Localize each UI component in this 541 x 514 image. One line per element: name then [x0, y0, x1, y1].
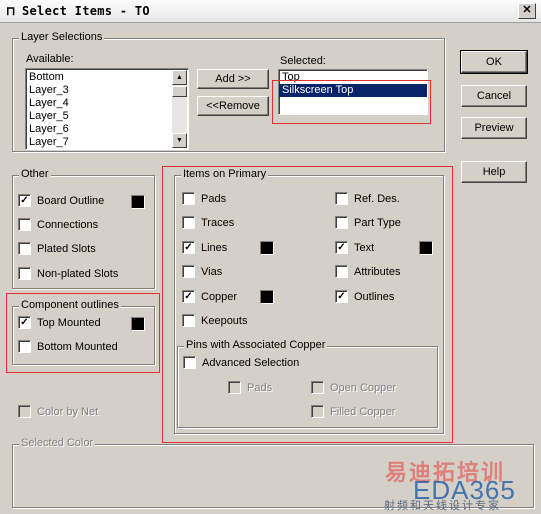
text-color-swatch[interactable] [419, 241, 433, 255]
list-item[interactable]: Layer_5 [26, 110, 188, 123]
checkbox-icon [335, 192, 348, 205]
copper-label: Copper [201, 290, 238, 303]
filled-copper-checkbox[interactable]: Filled Copper [311, 405, 395, 418]
lines-color-swatch[interactable] [260, 241, 274, 255]
highlight-box [6, 293, 160, 373]
selected-color-label: Selected Color [19, 437, 96, 449]
vias-label: Vias [201, 265, 223, 278]
list-item[interactable]: Layer_7 [26, 136, 188, 149]
list-item[interactable]: Layer_3 [26, 84, 188, 97]
list-item[interactable]: Bottom [26, 71, 188, 84]
help-button[interactable]: Help [461, 161, 527, 183]
layer-selections-label: Layer Selections [19, 31, 105, 43]
checkbox-icon [182, 314, 195, 327]
ref-des-label: Ref. Des. [354, 192, 400, 205]
pads-checkbox[interactable]: Pads [182, 192, 226, 205]
open-copper-label: Open Copper [330, 381, 397, 394]
text-label: Text [354, 241, 375, 254]
checkbox-icon [18, 267, 31, 280]
close-button[interactable]: ✕ [518, 3, 536, 19]
vias-checkbox[interactable]: Vias [182, 265, 222, 278]
checkbox-icon [18, 405, 31, 418]
connections-checkbox[interactable]: Connections [18, 218, 98, 231]
other-label: Other [19, 168, 51, 180]
board-outline-label: Board Outline [37, 194, 105, 207]
check-icon: ✓ [182, 290, 195, 303]
non-plated-slots-label: Non-plated Slots [37, 267, 119, 280]
lines-checkbox[interactable]: ✓ Lines [182, 241, 227, 254]
board-outline-checkbox[interactable]: ✓ Board Outline [18, 194, 104, 207]
selected-label: Selected: [280, 55, 326, 67]
available-listbox[interactable]: Bottom Layer_3 Layer_4 Layer_5 Layer_6 L… [25, 68, 189, 150]
open-copper-checkbox[interactable]: Open Copper [311, 381, 396, 394]
list-item[interactable]: Layer_6 [26, 123, 188, 136]
check-icon: ✓ [335, 290, 348, 303]
check-icon: ✓ [182, 241, 195, 254]
outlines-checkbox[interactable]: ✓ Outlines [335, 290, 394, 303]
color-by-net-label: Color by Net [37, 405, 99, 418]
non-plated-slots-checkbox[interactable]: Non-plated Slots [18, 267, 118, 280]
window-icon: ⊓ [6, 4, 16, 18]
scroll-down-icon[interactable]: ▼ [172, 133, 187, 148]
ok-button[interactable]: OK [460, 50, 528, 74]
checkbox-icon [335, 265, 348, 278]
copper-color-swatch[interactable] [260, 290, 274, 304]
keepouts-label: Keepouts [201, 314, 248, 327]
outlines-label: Outlines [354, 290, 395, 303]
list-item[interactable]: Layer_4 [26, 97, 188, 110]
text-checkbox[interactable]: ✓ Text [335, 241, 374, 254]
ref-des-checkbox[interactable]: Ref. Des. [335, 192, 400, 205]
highlight-box [272, 80, 431, 124]
scroll-up-icon[interactable]: ▲ [172, 70, 187, 85]
preview-button[interactable]: Preview [461, 117, 527, 139]
checkbox-icon [182, 265, 195, 278]
advanced-selection-checkbox[interactable]: Advanced Selection [183, 356, 299, 369]
keepouts-checkbox[interactable]: Keepouts [182, 314, 247, 327]
checkbox-icon [183, 356, 196, 369]
checkbox-icon [311, 381, 324, 394]
lines-label: Lines [201, 241, 228, 254]
checkbox-icon [18, 218, 31, 231]
traces-checkbox[interactable]: Traces [182, 216, 234, 229]
part-type-label: Part Type [354, 216, 401, 229]
pins-pads-label: Pads [247, 381, 273, 394]
checkbox-icon [182, 192, 195, 205]
remove-button[interactable]: <<Remove [197, 96, 269, 116]
checkbox-icon [228, 381, 241, 394]
plated-slots-checkbox[interactable]: Plated Slots [18, 242, 96, 255]
checkbox-icon [311, 405, 324, 418]
add-button[interactable]: Add >> [197, 69, 269, 89]
board-outline-color-swatch[interactable] [131, 195, 145, 209]
title-bar: ⊓ Select Items - TO ✕ [0, 0, 541, 23]
cancel-button[interactable]: Cancel [461, 85, 527, 107]
available-label: Available: [26, 53, 74, 65]
check-icon: ✓ [335, 241, 348, 254]
check-icon: ✓ [18, 194, 31, 207]
checkbox-icon [182, 216, 195, 229]
attributes-label: Attributes [354, 265, 401, 278]
part-type-checkbox[interactable]: Part Type [335, 216, 401, 229]
color-by-net-checkbox[interactable]: Color by Net [18, 405, 98, 418]
advanced-selection-label: Advanced Selection [202, 356, 300, 369]
scroll-thumb[interactable] [172, 86, 187, 97]
plated-slots-label: Plated Slots [37, 242, 96, 255]
pads-label: Pads [201, 192, 227, 205]
watermark-tagline: 射频和天线设计专家 [384, 499, 501, 512]
pins-assoc-label: Pins with Associated Copper [184, 339, 328, 351]
filled-copper-label: Filled Copper [330, 405, 396, 418]
pins-pads-checkbox[interactable]: Pads [228, 381, 272, 394]
connections-label: Connections [37, 218, 99, 231]
available-scrollbar[interactable]: ▲ ▼ [172, 70, 187, 148]
window-title: Select Items - TO [22, 4, 150, 18]
attributes-checkbox[interactable]: Attributes [335, 265, 400, 278]
checkbox-icon [18, 242, 31, 255]
copper-checkbox[interactable]: ✓ Copper [182, 290, 237, 303]
traces-label: Traces [201, 216, 235, 229]
checkbox-icon [335, 216, 348, 229]
